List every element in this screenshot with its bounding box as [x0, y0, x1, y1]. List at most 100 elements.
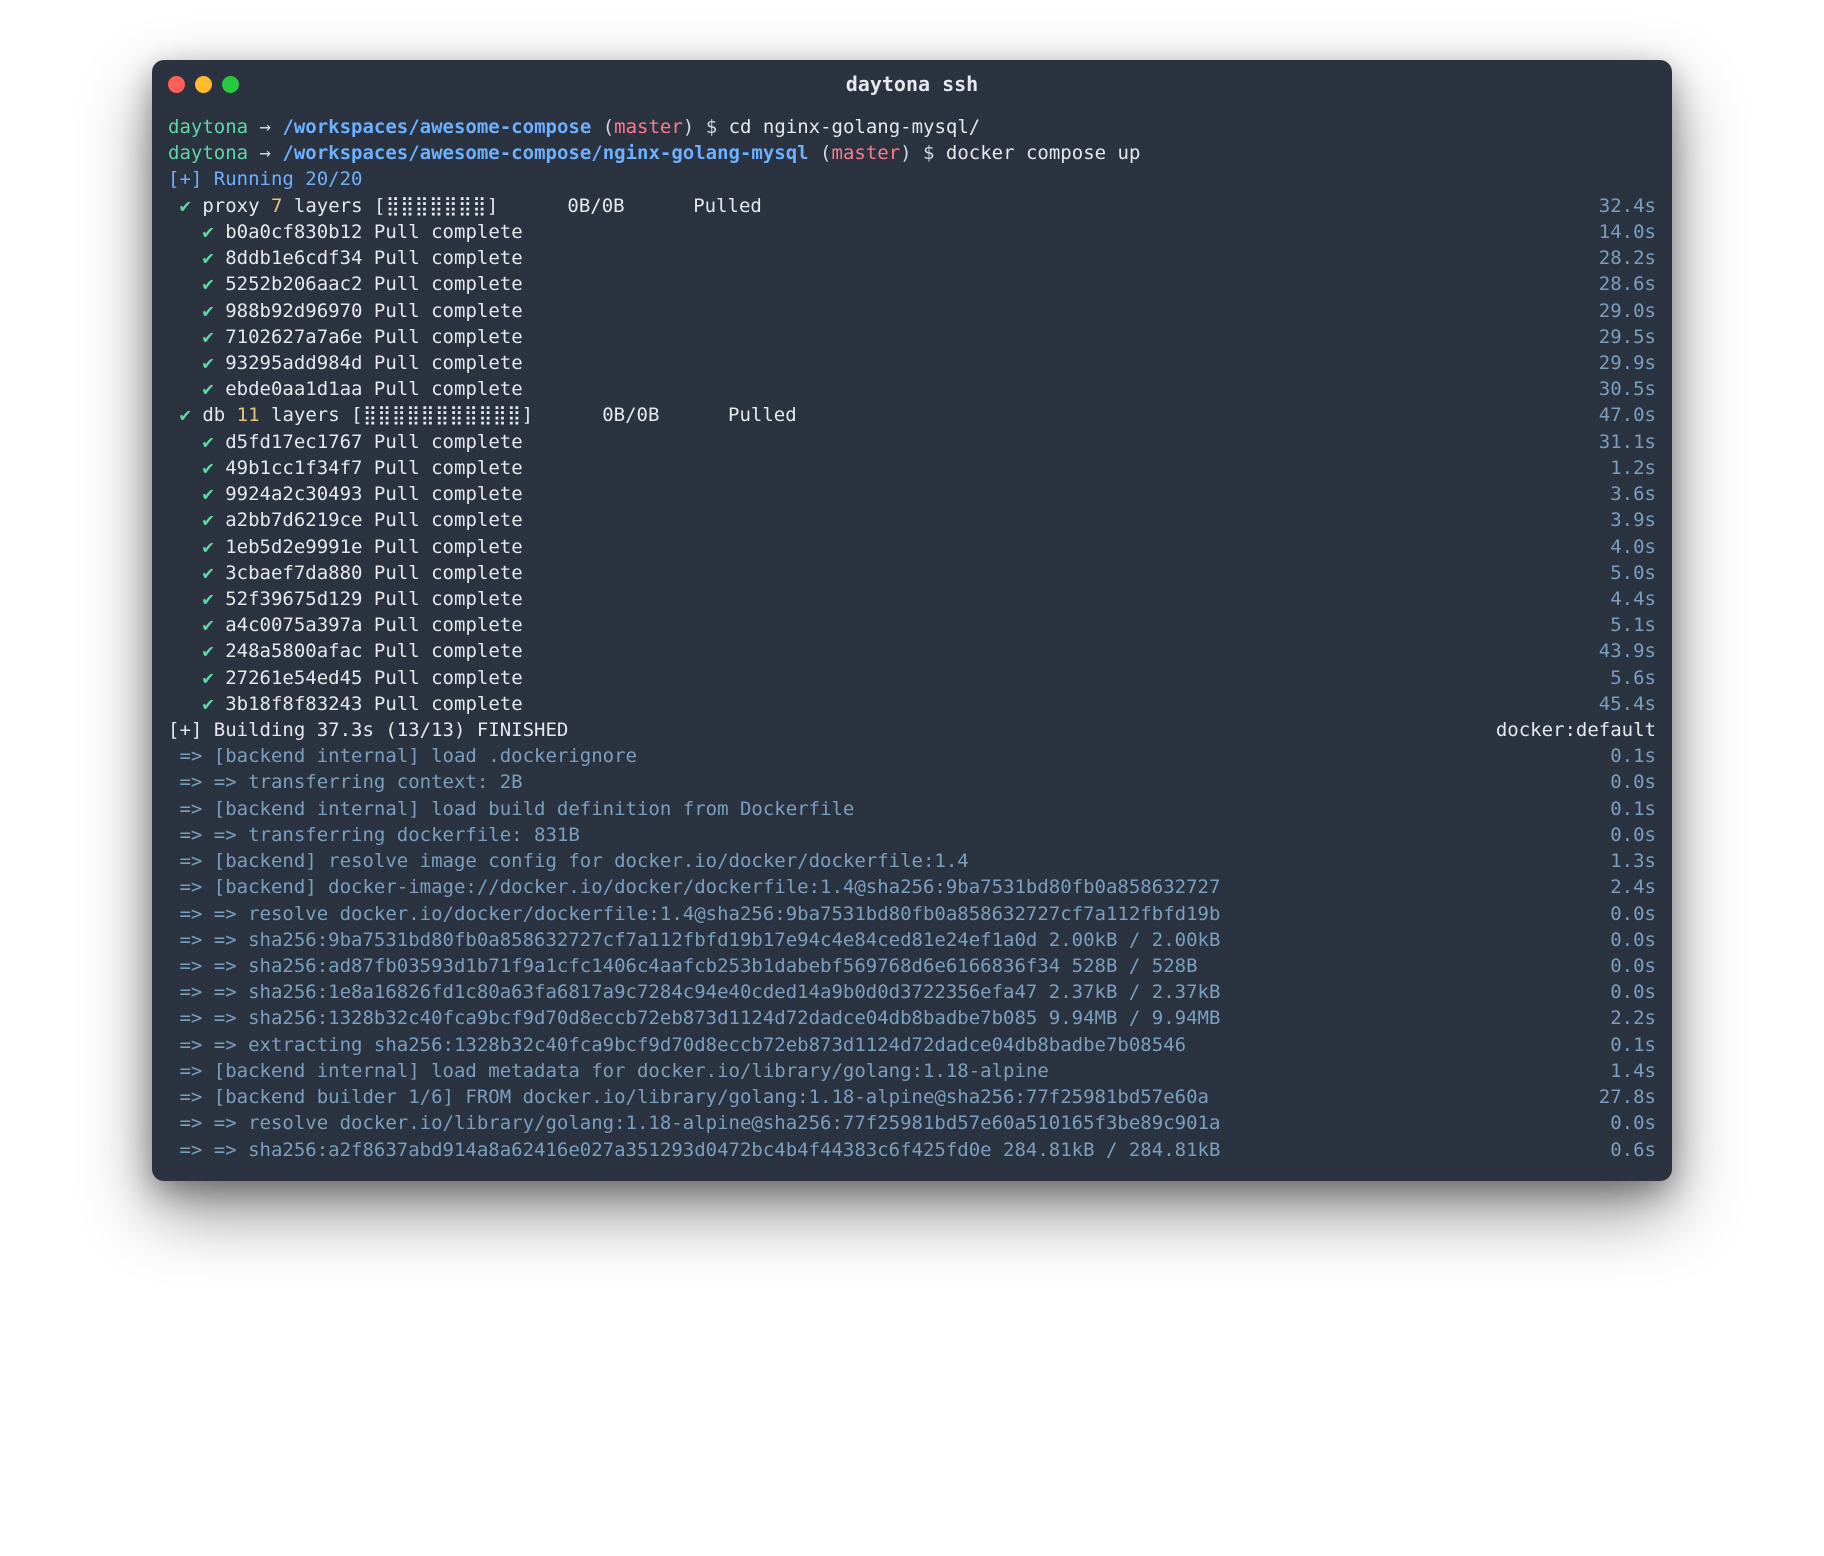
output-line: ✔ db 11 layers [⣿⣿⣿⣿⣿⣿⣿⣿⣿⣿⣿] 0B/0B Pulle…	[168, 402, 1656, 428]
output-line: => => extracting sha256:1328b32c40fca9bc…	[168, 1032, 1656, 1058]
duration: 29.0s	[1589, 298, 1656, 324]
check-icon: ✔	[202, 221, 213, 243]
check-icon: ✔	[202, 693, 213, 715]
build-step: => => sha256:1328b32c40fca9bcf9d70d8eccb…	[168, 1007, 1220, 1029]
output-line: ✔ 93295add984d Pull complete29.9s	[168, 350, 1656, 376]
duration: 29.9s	[1589, 350, 1656, 376]
duration: 1.3s	[1600, 848, 1656, 874]
duration: 1.4s	[1600, 1058, 1656, 1084]
build-step: => => sha256:9ba7531bd80fb0a858632727cf7…	[168, 929, 1220, 951]
build-step: => => extracting sha256:1328b32c40fca9bc…	[168, 1034, 1186, 1056]
check-icon: ✔	[202, 614, 213, 636]
shell-command: cd nginx-golang-mysql/	[729, 116, 981, 138]
check-icon: ✔	[202, 667, 213, 689]
duration: 2.4s	[1600, 874, 1656, 900]
check-icon: ✔	[202, 326, 213, 348]
duration: 0.0s	[1600, 901, 1656, 927]
build-step: => [backend internal] load .dockerignore	[168, 745, 637, 767]
progress-bar: [⣿⣿⣿⣿⣿⣿⣿⣿⣿⣿⣿]	[351, 404, 533, 426]
output-line: => [backend] resolve image config for do…	[168, 848, 1656, 874]
output-line: => [backend] docker-image://docker.io/do…	[168, 874, 1656, 900]
duration: 0.6s	[1600, 1137, 1656, 1163]
duration: 0.0s	[1600, 927, 1656, 953]
duration: 45.4s	[1589, 691, 1656, 717]
duration: 47.0s	[1589, 402, 1656, 428]
duration: 29.5s	[1589, 324, 1656, 350]
duration: 0.0s	[1600, 953, 1656, 979]
output-line: ✔ 3cbaef7da880 Pull complete5.0s	[168, 560, 1656, 586]
output-line: ✔ 8ddb1e6cdf34 Pull complete28.2s	[168, 245, 1656, 271]
output-line: ✔ proxy 7 layers [⣿⣿⣿⣿⣿⣿⣿] 0B/0B Pulled3…	[168, 193, 1656, 219]
output-line: ✔ 5252b206aac2 Pull complete28.6s	[168, 271, 1656, 297]
duration: 4.0s	[1600, 534, 1656, 560]
building-status: [+] Building 37.3s (13/13) FINISHEDdocke…	[168, 717, 1656, 743]
zoom-icon[interactable]	[222, 76, 239, 93]
output-line: ✔ 248a5800afac Pull complete43.9s	[168, 638, 1656, 664]
git-branch: master	[832, 142, 901, 164]
output-line: ✔ d5fd17ec1767 Pull complete31.1s	[168, 429, 1656, 455]
check-icon: ✔	[202, 247, 213, 269]
output-line: => => resolve docker.io/docker/dockerfil…	[168, 901, 1656, 927]
check-icon: ✔	[202, 457, 213, 479]
output-line: ✔ 27261e54ed45 Pull complete5.6s	[168, 665, 1656, 691]
output-line: => => resolve docker.io/library/golang:1…	[168, 1110, 1656, 1136]
check-icon: ✔	[202, 640, 213, 662]
output-line: ✔ ebde0aa1d1aa Pull complete30.5s	[168, 376, 1656, 402]
output-line: => [backend internal] load .dockerignore…	[168, 743, 1656, 769]
duration: 0.1s	[1600, 1032, 1656, 1058]
check-icon: ✔	[179, 195, 190, 217]
minimize-icon[interactable]	[195, 76, 212, 93]
output-line: ✔ 9924a2c30493 Pull complete3.6s	[168, 481, 1656, 507]
duration: 2.2s	[1600, 1005, 1656, 1031]
check-icon: ✔	[202, 588, 213, 610]
duration: 27.8s	[1589, 1084, 1656, 1110]
duration: 14.0s	[1589, 219, 1656, 245]
build-step: => => transferring context: 2B	[168, 771, 523, 793]
build-step: => => sha256:a2f8637abd914a8a62416e027a3…	[168, 1139, 1220, 1161]
build-step: => => resolve docker.io/docker/dockerfil…	[168, 903, 1220, 925]
build-step: => => sha256:1e8a16826fd1c80a63fa6817a9c…	[168, 981, 1220, 1003]
prompt-line: daytona → /workspaces/awesome-compose/ng…	[168, 140, 1656, 166]
window-controls	[168, 76, 239, 93]
output-line: ✔ 3b18f8f83243 Pull complete45.4s	[168, 691, 1656, 717]
prompt-host: daytona	[168, 142, 248, 164]
check-icon: ✔	[202, 483, 213, 505]
window-title: daytona ssh	[168, 72, 1656, 96]
build-step: => => transferring dockerfile: 831B	[168, 824, 580, 846]
duration: 0.0s	[1600, 822, 1656, 848]
check-icon: ✔	[202, 509, 213, 531]
shell-command: docker compose up	[946, 142, 1140, 164]
check-icon: ✔	[202, 562, 213, 584]
duration: 31.1s	[1589, 429, 1656, 455]
duration: 43.9s	[1589, 638, 1656, 664]
git-branch: master	[614, 116, 683, 138]
terminal-output[interactable]: daytona → /workspaces/awesome-compose (m…	[152, 104, 1672, 1181]
close-icon[interactable]	[168, 76, 185, 93]
check-icon: ✔	[202, 431, 213, 453]
check-icon: ✔	[179, 404, 190, 426]
prompt-path: /workspaces/awesome-compose	[282, 116, 591, 138]
check-icon: ✔	[202, 300, 213, 322]
duration: 28.2s	[1589, 245, 1656, 271]
check-icon: ✔	[202, 352, 213, 374]
duration: 32.4s	[1589, 193, 1656, 219]
build-step: => [backend internal] load build definit…	[168, 798, 854, 820]
docker-context: docker:default	[1496, 717, 1656, 743]
terminal-window: daytona ssh daytona → /workspaces/awesom…	[152, 60, 1672, 1181]
output-line: ✔ a2bb7d6219ce Pull complete3.9s	[168, 507, 1656, 533]
output-line: => => sha256:1e8a16826fd1c80a63fa6817a9c…	[168, 979, 1656, 1005]
output-line: => [backend builder 1/6] FROM docker.io/…	[168, 1084, 1656, 1110]
duration: 0.0s	[1600, 979, 1656, 1005]
check-icon: ✔	[202, 536, 213, 558]
progress-bar: [⣿⣿⣿⣿⣿⣿⣿]	[374, 195, 499, 217]
duration: 4.4s	[1600, 586, 1656, 612]
duration: 5.0s	[1600, 560, 1656, 586]
check-icon: ✔	[202, 378, 213, 400]
build-step: => [backend builder 1/6] FROM docker.io/…	[168, 1086, 1209, 1108]
build-step: => [backend] resolve image config for do…	[168, 850, 969, 872]
duration: 0.1s	[1600, 743, 1656, 769]
prompt-line: daytona → /workspaces/awesome-compose (m…	[168, 114, 1656, 140]
output-line: ✔ 988b92d96970 Pull complete29.0s	[168, 298, 1656, 324]
duration: 3.6s	[1600, 481, 1656, 507]
output-line: ✔ b0a0cf830b12 Pull complete14.0s	[168, 219, 1656, 245]
